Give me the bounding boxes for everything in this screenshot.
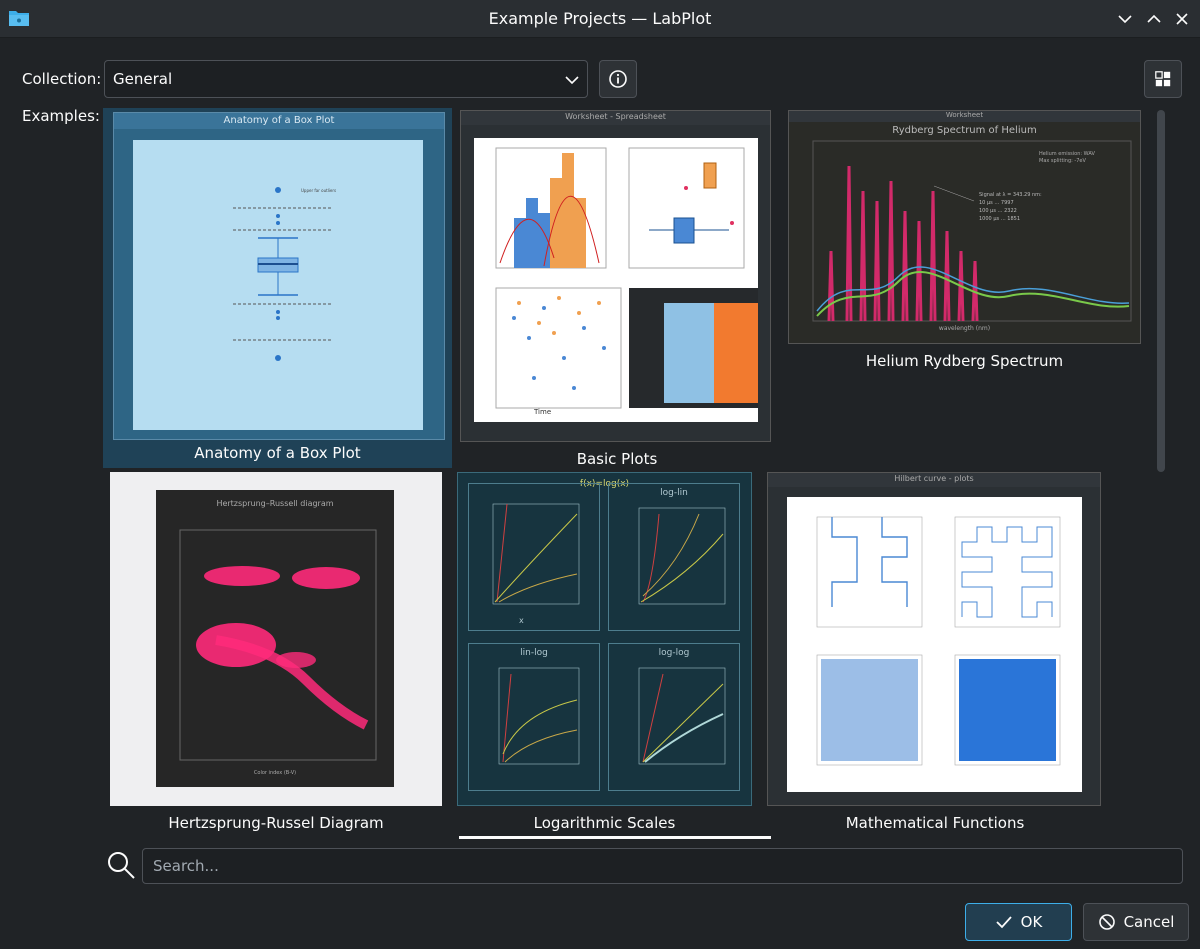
maximize-button[interactable]: [1143, 8, 1165, 30]
box-plot-thumbnail: Anatomy of a Box Plot Upper far outliers: [113, 112, 445, 440]
log-panel-log-lin: log-lin: [608, 483, 740, 631]
log-panel-log-log: log-log: [608, 643, 740, 791]
legend-entry: Max splitting: -7eV: [1039, 158, 1086, 164]
scrollbar-thumb[interactable]: [1157, 110, 1165, 472]
tile-caption: Mathematical Functions: [845, 814, 1025, 832]
thumb-window-bar: Hilbert curve - plots: [768, 473, 1100, 487]
thumb-window-title: Anatomy of a Box Plot: [223, 115, 335, 126]
ok-button[interactable]: OK: [965, 903, 1072, 941]
box-plot-figure: [233, 187, 333, 361]
basic-plots-xlabel: Time: [534, 408, 552, 416]
box-plot-labels: Upper far outliers: [301, 186, 336, 195]
tile-caption: Helium Rydberg Spectrum: [865, 352, 1064, 370]
minimize-button[interactable]: [1114, 8, 1136, 30]
examples-grid: Anatomy of a Box Plot Upper far outliers…: [103, 106, 1149, 839]
collection-value: General: [113, 70, 173, 88]
chevron-down-icon: [1118, 15, 1132, 24]
ok-label: OK: [1020, 913, 1043, 931]
search-input[interactable]: [142, 848, 1183, 884]
hilbert-plots: [816, 516, 1061, 766]
log-panel-plot: [498, 667, 580, 765]
log-panel-plot: [492, 503, 580, 605]
basic-plots-thumbnail: Worksheet - Spreadsheet Time: [460, 110, 771, 442]
cancel-icon: [1098, 914, 1115, 930]
window-title: Example Projects — LabPlot: [488, 9, 712, 28]
grid-view-icon: [1155, 71, 1171, 87]
panel-xlabel: x: [519, 616, 524, 625]
helium-annotation: Signal at λ = 343.29 nm: 10 µs … 7997 10…: [979, 191, 1042, 223]
basic-plots-figure: [495, 147, 769, 409]
panel-title: lin-log: [520, 648, 548, 658]
info-button[interactable]: [599, 60, 637, 98]
checkmark-icon: [996, 916, 1012, 929]
tile-caption: Basic Plots: [576, 450, 658, 468]
log-thumbnail: f(x)=log(x) x log-lin lin-log log-log: [457, 472, 752, 806]
view-mode-button[interactable]: [1144, 60, 1182, 98]
log-panel-lin-log: lin-log: [468, 643, 600, 791]
tile-caption: Logarithmic Scales: [533, 814, 676, 832]
annotation: Upper far outliers: [301, 188, 337, 193]
tile-caption: Hertzsprung-Russel Diagram: [168, 814, 384, 832]
example-tile-helium[interactable]: Worksheet Rydberg Spectrum of Helium Hel…: [786, 108, 1143, 370]
math-thumbnail: Hilbert curve - plots: [767, 472, 1101, 806]
helium-spectrum: [812, 140, 1132, 322]
cancel-button[interactable]: Cancel: [1083, 903, 1189, 941]
search-icon: [106, 850, 136, 880]
close-button[interactable]: [1171, 8, 1193, 30]
example-tile-box-plot[interactable]: Anatomy of a Box Plot Upper far outliers…: [103, 108, 452, 468]
cancel-label: Cancel: [1123, 913, 1175, 931]
examples-label: Examples:: [22, 107, 100, 125]
thumb-window-bar: Worksheet - Spreadsheet: [461, 111, 770, 125]
hr-title: Hertzsprung–Russell diagram: [216, 499, 334, 508]
annotation-line: 1000 µs … 1851: [979, 216, 1021, 222]
basic-plots-canvas: Time: [474, 138, 769, 422]
panel-title: log-lin: [660, 488, 688, 498]
thumb-window-title: Hilbert curve - plots: [894, 474, 974, 483]
annotation-line: 100 µs … 2322: [979, 208, 1017, 214]
helium-thumbnail: Worksheet Rydberg Spectrum of Helium Hel…: [788, 110, 1141, 344]
thumb-window-bar: Anatomy of a Box Plot: [114, 113, 444, 129]
example-tile-log-scales[interactable]: f(x)=log(x) x log-lin lin-log log-log Lo…: [457, 472, 773, 839]
log-panel-plot: [638, 507, 726, 605]
hr-xlabel: Color index (B-V): [253, 770, 297, 776]
hr-thumbnail: Hertzsprung–Russell diagram Color index …: [110, 472, 442, 806]
log-panel-plot: [638, 667, 726, 765]
chevron-down-icon: [565, 76, 579, 85]
hr-canvas: Hertzsprung–Russell diagram Color index …: [156, 490, 394, 787]
collection-select[interactable]: General: [104, 60, 588, 98]
annotation-line: 10 µs … 7997: [979, 200, 1014, 206]
chevron-up-icon: [1147, 14, 1161, 23]
hover-indicator: [459, 836, 771, 839]
example-tile-hr-diagram[interactable]: Hertzsprung–Russell diagram Color index …: [110, 472, 442, 839]
helium-legend: Helium emission: WAV Max splitting: -7eV: [1039, 151, 1095, 165]
hr-scatter: [179, 529, 377, 761]
close-icon: [1176, 13, 1188, 25]
title-bar: Example Projects — LabPlot: [0, 0, 1200, 38]
annotation-line: Signal at λ = 343.29 nm:: [979, 192, 1042, 198]
box-plot-canvas: Upper far outliers: [133, 140, 423, 430]
tile-caption: Anatomy of a Box Plot: [194, 444, 361, 462]
thumb-window-title: Worksheet - Spreadsheet: [565, 112, 666, 121]
example-tile-math-functions[interactable]: Hilbert curve - plots Mathematical Funct…: [767, 472, 1103, 839]
helium-xlabel: wavelength (nm): [938, 325, 991, 332]
info-icon: [609, 70, 627, 88]
math-canvas: [787, 497, 1082, 792]
panel-title: log-log: [658, 648, 690, 658]
collection-label: Collection:: [22, 70, 102, 88]
log-panel-lin-lin: x: [468, 483, 600, 631]
legend-entry: Helium emission: WAV: [1039, 151, 1095, 157]
example-tile-basic-plots[interactable]: Worksheet - Spreadsheet Time Basic Plots: [458, 108, 776, 468]
examples-scrollbar[interactable]: [1154, 110, 1167, 835]
